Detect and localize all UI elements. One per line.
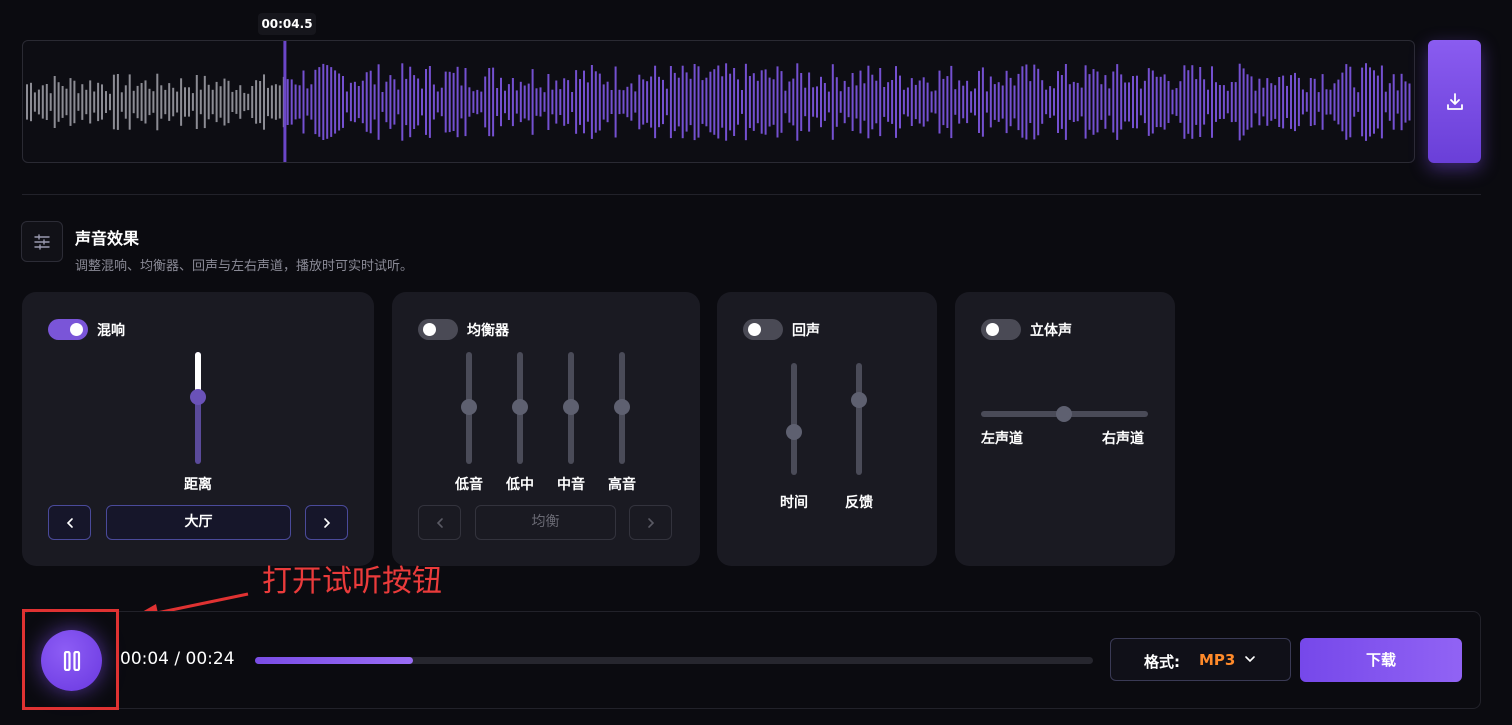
total-time: 00:24 [185,649,235,669]
chevron-down-icon [1245,656,1255,663]
progress-bar[interactable] [255,657,1093,664]
format-select[interactable]: 格式: MP3 [1110,638,1291,681]
format-label: 格式: [1144,653,1180,671]
download-button[interactable]: 下载 [1300,638,1462,682]
current-time: 00:04 [120,649,169,669]
annotation-highlight-box [22,609,119,710]
format-value: MP3 [1199,651,1236,669]
playback-time: 00:04 / 00:24 [120,649,235,669]
time-separator: / [169,649,186,669]
progress-fill [255,657,413,664]
